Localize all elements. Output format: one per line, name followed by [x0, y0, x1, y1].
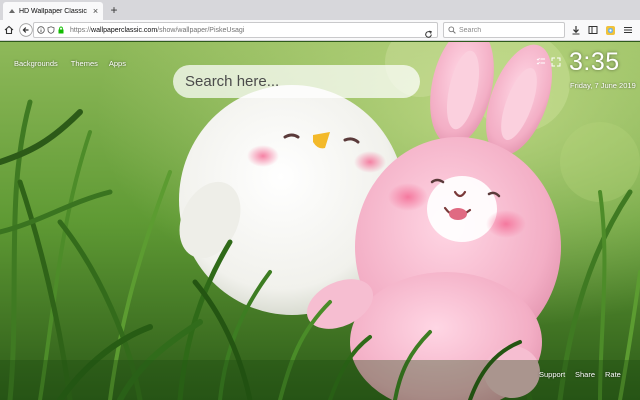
shield-icon[interactable]: [47, 26, 55, 34]
address-bar[interactable]: https://wallpaperclassic.com/show/wallpa…: [33, 22, 438, 38]
tab-close-icon[interactable]: ×: [91, 6, 100, 16]
info-icon[interactable]: [37, 26, 45, 34]
search-icon: [448, 21, 456, 39]
clock-date: Friday, 7 June 2019: [570, 81, 636, 90]
nav-apps-link[interactable]: Apps: [109, 59, 126, 68]
url-scheme: https://: [70, 26, 92, 34]
menu-icon[interactable]: [621, 23, 635, 37]
clock-time: 3:35: [569, 48, 620, 76]
checklist-icon[interactable]: [536, 57, 546, 67]
support-link[interactable]: Support: [539, 370, 565, 379]
url-domain: wallpaperclassic.com: [91, 26, 158, 34]
new-tab-nav: Backgrounds Themes Apps: [14, 59, 126, 68]
tab-title: HD Wallpaper Classic - PiskeUsagi: [19, 7, 89, 15]
back-icon[interactable]: [19, 23, 33, 37]
nav-themes-link[interactable]: Themes: [71, 59, 98, 68]
share-link[interactable]: Share: [575, 370, 595, 379]
url-path: /show/wallpaper/PiskeUsagi: [157, 26, 245, 34]
home-icon[interactable]: [2, 23, 16, 37]
download-icon[interactable]: [569, 23, 583, 37]
nav-backgrounds-link[interactable]: Backgrounds: [14, 59, 58, 68]
reload-icon[interactable]: [424, 26, 433, 38]
browser-search-input[interactable]: [459, 26, 559, 34]
wallpaper-search-box[interactable]: [173, 65, 420, 98]
wallpaper-favicon-icon: [8, 7, 16, 15]
navigation-toolbar: https://wallpaperclassic.com/show/wallpa…: [0, 20, 640, 41]
wallpaper-search-input[interactable]: [185, 73, 405, 90]
sidebar-icon[interactable]: [586, 23, 600, 37]
url-text[interactable]: https://wallpaperclassic.com/show/wallpa…: [70, 27, 244, 34]
rate-link[interactable]: Rate: [605, 370, 621, 379]
browser-search-box[interactable]: [443, 22, 565, 38]
tab-strip: HD Wallpaper Classic - PiskeUsagi × +: [0, 0, 640, 20]
extension-icon[interactable]: [603, 23, 617, 37]
new-tab-button[interactable]: +: [108, 4, 120, 16]
browser-tab[interactable]: HD Wallpaper Classic - PiskeUsagi ×: [3, 2, 103, 20]
expand-icon[interactable]: [551, 57, 561, 67]
lock-icon[interactable]: [57, 26, 65, 34]
